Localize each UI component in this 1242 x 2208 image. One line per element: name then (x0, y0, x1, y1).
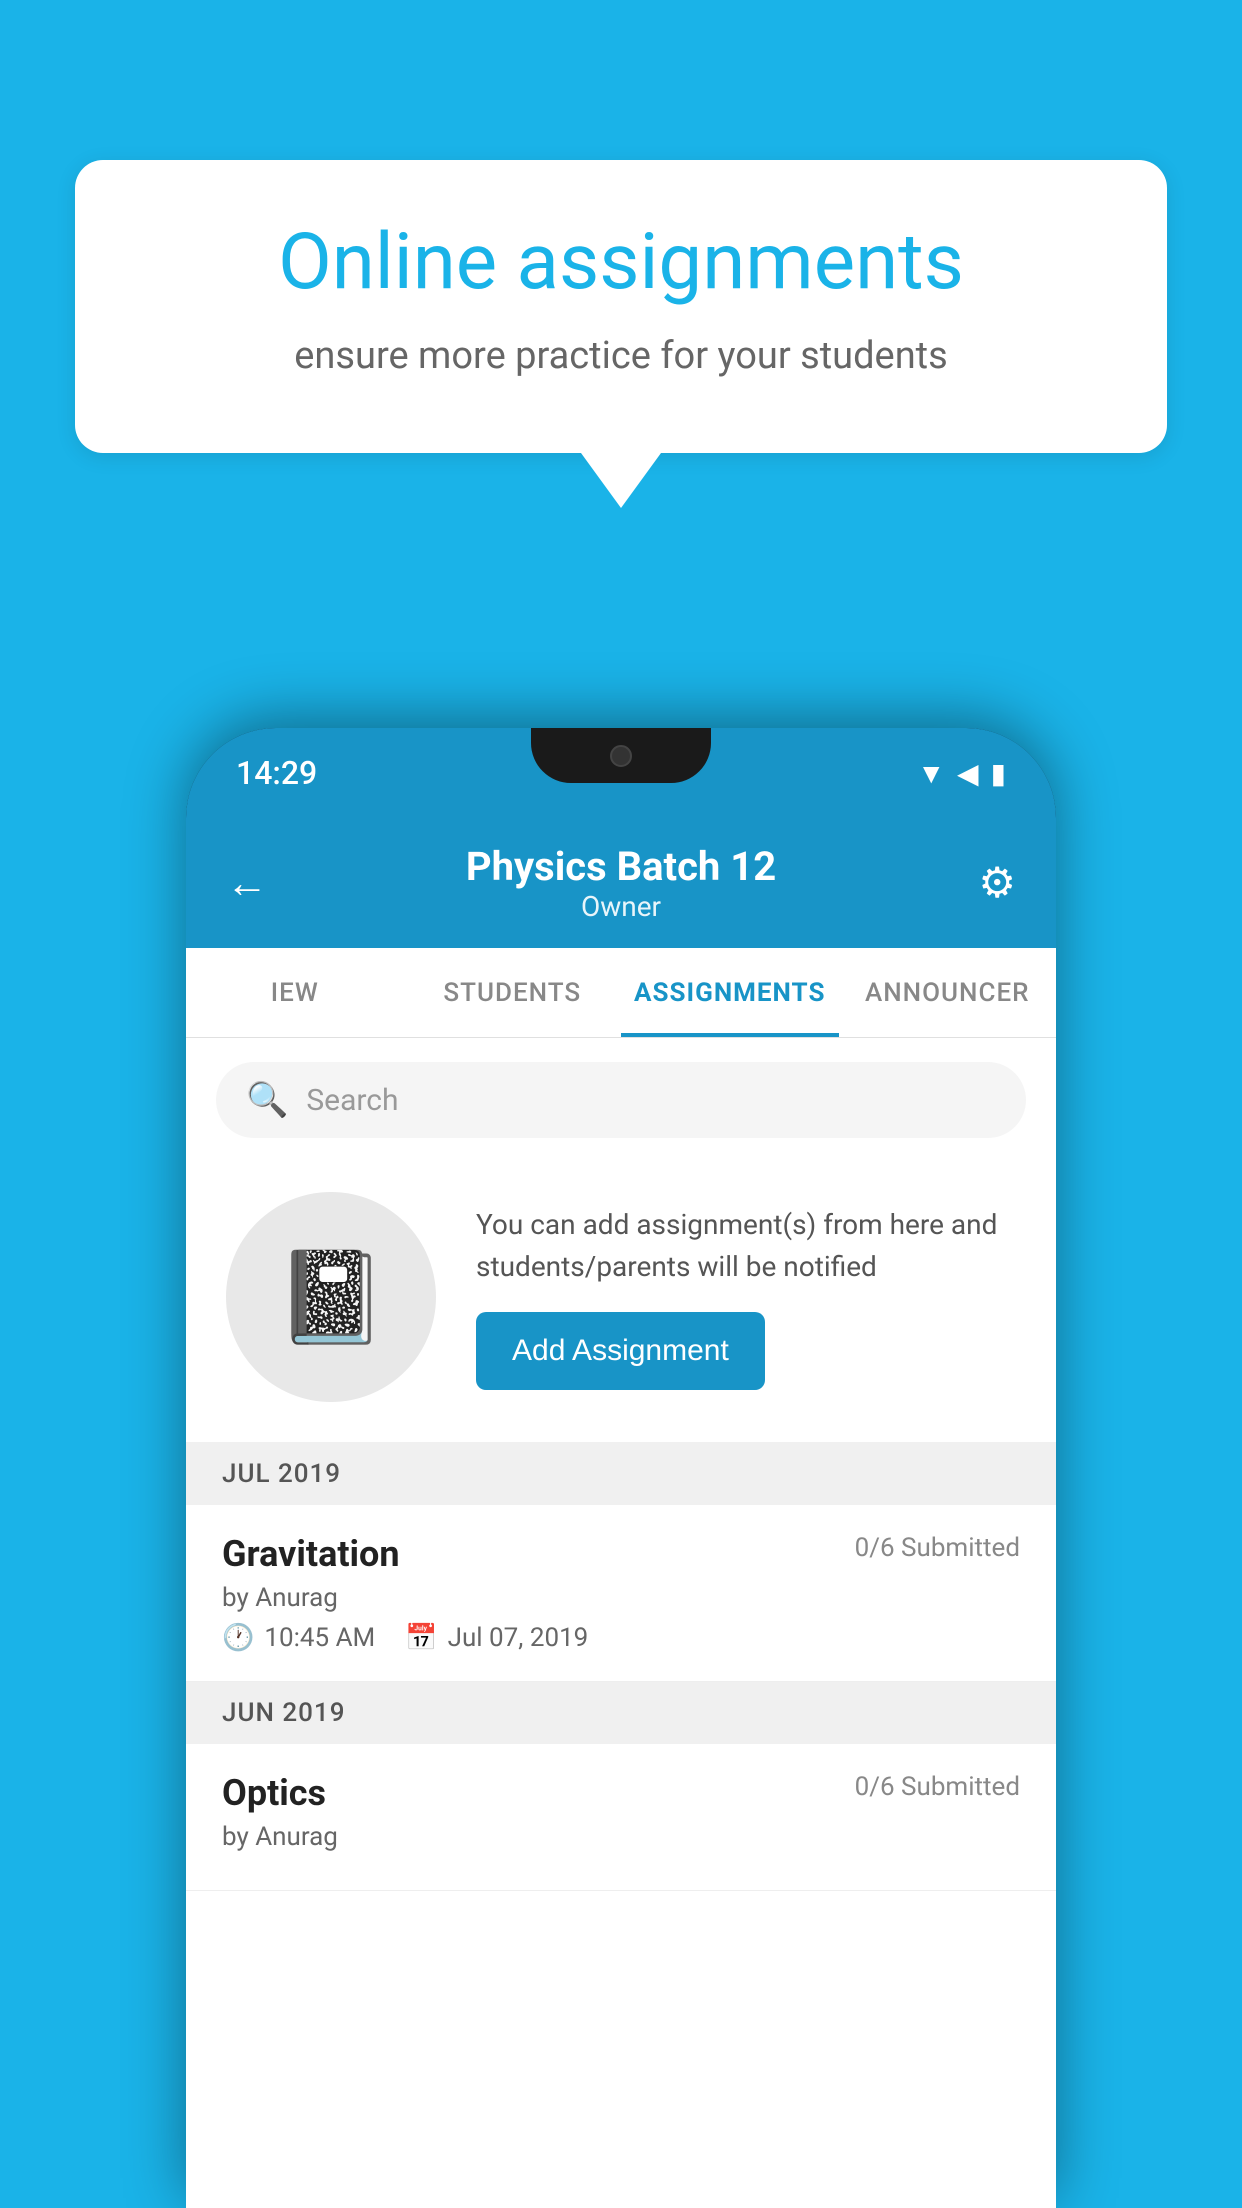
clock-icon: 🕐 (222, 1623, 254, 1653)
assignment-item-row1: Gravitation 0/6 Submitted (222, 1533, 1020, 1575)
header-subtitle: Owner (466, 890, 776, 923)
settings-button[interactable]: ⚙ (978, 858, 1016, 908)
tab-bar: IEW STUDENTS ASSIGNMENTS ANNOUNCER (186, 948, 1056, 1038)
tab-students[interactable]: STUDENTS (404, 948, 622, 1037)
assignment-info-text: You can add assignment(s) from here and … (476, 1204, 1016, 1288)
tab-iew[interactable]: IEW (186, 948, 404, 1037)
assignment-info: You can add assignment(s) from here and … (476, 1204, 1016, 1390)
assignment-meta: 🕐 10:45 AM 📅 Jul 07, 2019 (222, 1623, 1020, 1653)
app-header: ← Physics Batch 12 Owner ⚙ (186, 818, 1056, 948)
calendar-icon: 📅 (405, 1623, 437, 1653)
wifi-icon: ▼ (917, 757, 945, 790)
meta-time: 🕐 10:45 AM (222, 1623, 375, 1653)
back-button[interactable]: ← (226, 859, 268, 908)
section-header-jun: JUN 2019 (186, 1682, 1056, 1744)
search-bar[interactable]: 🔍 Search (216, 1062, 1026, 1138)
search-icon: 🔍 (246, 1080, 288, 1120)
phone-camera (610, 745, 632, 767)
assignment-submitted-optics: 0/6 Submitted (855, 1772, 1020, 1802)
add-assignment-section: 📓 You can add assignment(s) from here an… (186, 1162, 1056, 1443)
phone-frame: 14:29 ▼ ◀ ▮ ← Physics Batch 12 Owner ⚙ I… (186, 728, 1056, 2208)
assignment-item-gravitation[interactable]: Gravitation 0/6 Submitted by Anurag 🕐 10… (186, 1505, 1056, 1682)
assignment-name-optics: Optics (222, 1772, 326, 1814)
assignment-icon-circle: 📓 (226, 1192, 436, 1402)
speech-bubble: Online assignments ensure more practice … (75, 160, 1167, 453)
speech-bubble-subtitle: ensure more practice for your students (155, 330, 1087, 383)
notebook-icon: 📓 (275, 1245, 387, 1350)
speech-bubble-container: Online assignments ensure more practice … (75, 160, 1167, 508)
app-content: 🔍 Search 📓 You can add assignment(s) fro… (186, 1038, 1056, 2208)
status-bar: 14:29 ▼ ◀ ▮ (186, 728, 1056, 818)
assignment-item-optics[interactable]: Optics 0/6 Submitted by Anurag (186, 1744, 1056, 1891)
phone-notch (531, 728, 711, 783)
assignment-item-row1-optics: Optics 0/6 Submitted (222, 1772, 1020, 1814)
assignment-name: Gravitation (222, 1533, 400, 1575)
battery-icon: ▮ (991, 757, 1006, 790)
search-placeholder: Search (306, 1083, 398, 1118)
header-title: Physics Batch 12 (466, 843, 776, 890)
assignment-by: by Anurag (222, 1583, 1020, 1613)
section-header-jul: JUL 2019 (186, 1443, 1056, 1505)
add-assignment-button[interactable]: Add Assignment (476, 1312, 765, 1390)
tab-announcements[interactable]: ANNOUNCER (839, 948, 1057, 1037)
phone-status-icons: ▼ ◀ ▮ (917, 757, 1006, 790)
assignment-date: Jul 07, 2019 (448, 1623, 589, 1653)
signal-icon: ◀ (957, 757, 979, 790)
speech-bubble-title: Online assignments (155, 220, 1087, 306)
assignment-by-optics: by Anurag (222, 1822, 1020, 1852)
assignment-submitted: 0/6 Submitted (855, 1533, 1020, 1563)
header-title-group: Physics Batch 12 Owner (466, 843, 776, 923)
speech-bubble-arrow (581, 453, 661, 508)
meta-date: 📅 Jul 07, 2019 (405, 1623, 588, 1653)
tab-assignments[interactable]: ASSIGNMENTS (621, 948, 839, 1037)
phone-time: 14:29 (236, 754, 317, 792)
assignment-time: 10:45 AM (264, 1623, 375, 1653)
